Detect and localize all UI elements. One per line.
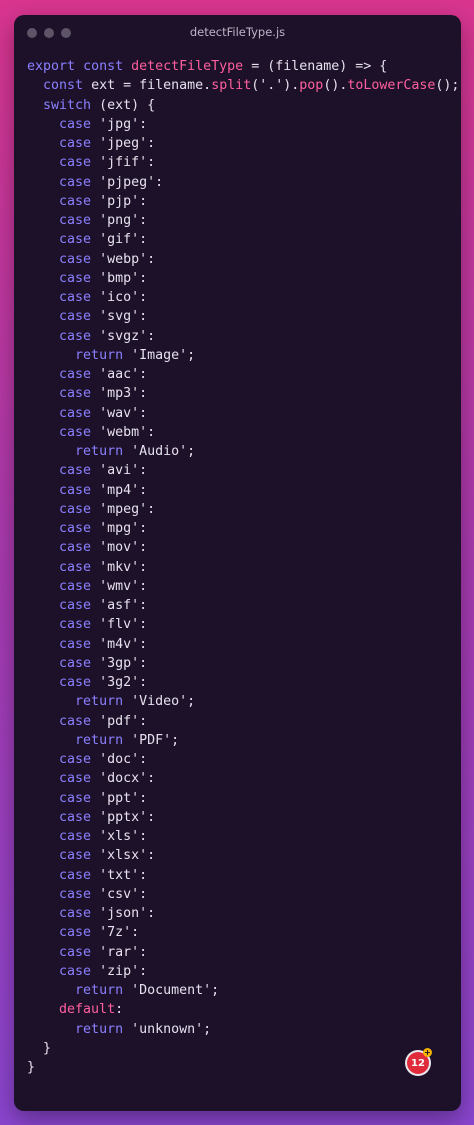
age-rating-text: 12 (411, 1057, 425, 1069)
code-line: case 'jpeg': (59, 136, 156, 151)
code-line: case 'doc': (59, 752, 148, 767)
code-line: case 'mp4': (59, 482, 148, 498)
code-line: case '3gp': (59, 655, 148, 671)
window-titlebar: detectFileType.js (14, 15, 461, 51)
code-line: case 'xls': (59, 829, 148, 844)
code-line: case 'asf': (59, 598, 148, 613)
code-line: case 'pjp': (59, 193, 148, 209)
code-line: case 'wmv': (59, 578, 148, 594)
window-title: detectFileType.js (189, 25, 286, 39)
code-line: case 'jfif': (59, 155, 156, 171)
code-line: return 'PDF'; (75, 732, 180, 748)
code-line: case 'svg': (59, 309, 148, 325)
code-line: case 'wav': (59, 405, 148, 421)
code-line: case 'zip': (59, 963, 148, 979)
code-line: return 'Audio'; (75, 444, 196, 459)
code-line: return 'Document'; (75, 983, 220, 998)
code-line: } (27, 1060, 36, 1075)
code-line: case 'jpg': (59, 116, 148, 132)
code-line: case 'webp': (59, 251, 156, 267)
code-line: case 'pptx': (59, 809, 156, 825)
code-line: case '7z': (59, 925, 140, 941)
age-rating-plus: + (423, 1048, 432, 1057)
code-line: case 'ppt': (59, 790, 148, 806)
code-line: case 'ico': (59, 290, 148, 305)
code-line: case 'webm': (59, 424, 156, 440)
code-line: const ext = filename.split('.').pop().to… (43, 78, 460, 94)
code-line: case 'json': (59, 906, 156, 921)
code-line: export const detectFileType = (filename)… (27, 59, 388, 74)
code-line: return 'unknown'; (75, 1021, 212, 1037)
code-block: export const detectFileType = (filename)… (27, 57, 459, 1077)
code-line: case 'xlsx': (59, 848, 156, 864)
code-line: case 'rar': (59, 944, 148, 960)
code-line: case 'mpeg': (59, 501, 156, 517)
code-line: case 'mpg': (59, 521, 148, 536)
code-line: case 'mkv': (59, 559, 148, 575)
code-line: case 'mov': (59, 540, 148, 556)
code-line: case 'pdf': (59, 713, 148, 729)
code-line: switch (ext) { (43, 97, 156, 113)
code-line: case 'png': (59, 213, 148, 228)
code-line: case 'gif': (59, 232, 148, 248)
code-line: default: (59, 1002, 124, 1018)
code-line: case 'pjpeg': (59, 174, 164, 190)
code-window: detectFileType.js export const detectFil… (14, 15, 461, 1111)
code-line: case 'txt': (59, 867, 148, 883)
code-line: case 'mp3': (59, 386, 148, 402)
code-line: case 'flv': (59, 617, 148, 633)
code-line: case 'docx': (59, 771, 156, 787)
code-line: case 'bmp': (59, 270, 148, 286)
age-rating-icon: 12 + (407, 1048, 432, 1074)
code-line: case 'm4v': (59, 636, 148, 652)
code-line: case '3g2': (59, 675, 148, 690)
age-rating-badge: 12 + (405, 1048, 432, 1076)
code-line: return 'Image'; (75, 347, 196, 363)
code-line: case 'svgz': (59, 328, 156, 344)
code-line: return 'Video'; (75, 694, 196, 710)
code-line: } (27, 1040, 52, 1056)
code-line: case 'aac': (59, 367, 148, 382)
code-line: case 'csv': (59, 886, 148, 902)
code-line: case 'avi': (59, 463, 148, 479)
